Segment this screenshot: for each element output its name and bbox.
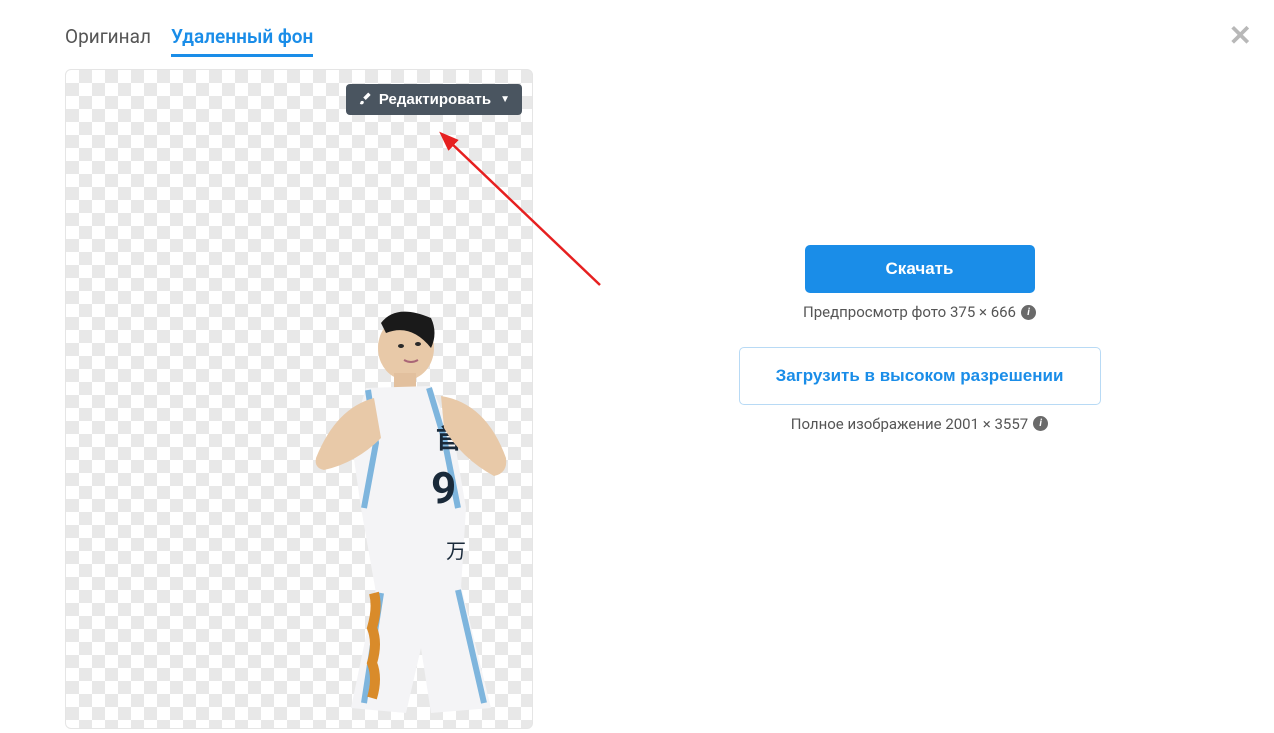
image-preview: Редактировать ▼ 首钢	[65, 69, 533, 729]
subject-cutout: 首钢 9 万	[186, 308, 533, 728]
tab-original[interactable]: Оригинал	[65, 25, 151, 57]
left-panel: Оригинал Удаленный фон Редактировать ▼	[65, 25, 625, 733]
close-icon[interactable]: ✕	[1229, 22, 1252, 50]
brush-icon	[358, 91, 372, 108]
right-panel: Скачать Предпросмотр фото 375 × 666 i За…	[625, 25, 1214, 733]
caret-down-icon: ▼	[500, 94, 510, 105]
svg-text:9: 9	[431, 462, 456, 514]
edit-button[interactable]: Редактировать ▼	[346, 84, 522, 115]
tabs: Оригинал Удаленный фон	[65, 25, 625, 57]
high-quality-button[interactable]: Загрузить в высоком разрешении	[739, 347, 1101, 405]
edit-button-label: Редактировать	[379, 91, 491, 108]
info-icon[interactable]: i	[1021, 305, 1036, 320]
tab-removed-bg[interactable]: Удаленный фон	[171, 25, 313, 57]
download-button[interactable]: Скачать	[805, 245, 1035, 293]
info-icon[interactable]: i	[1033, 416, 1048, 431]
svg-text:万: 万	[446, 539, 466, 563]
full-size-label: Полное изображение 2001 × 3557 i	[791, 415, 1048, 433]
preview-size-label: Предпросмотр фото 375 × 666 i	[803, 303, 1036, 321]
